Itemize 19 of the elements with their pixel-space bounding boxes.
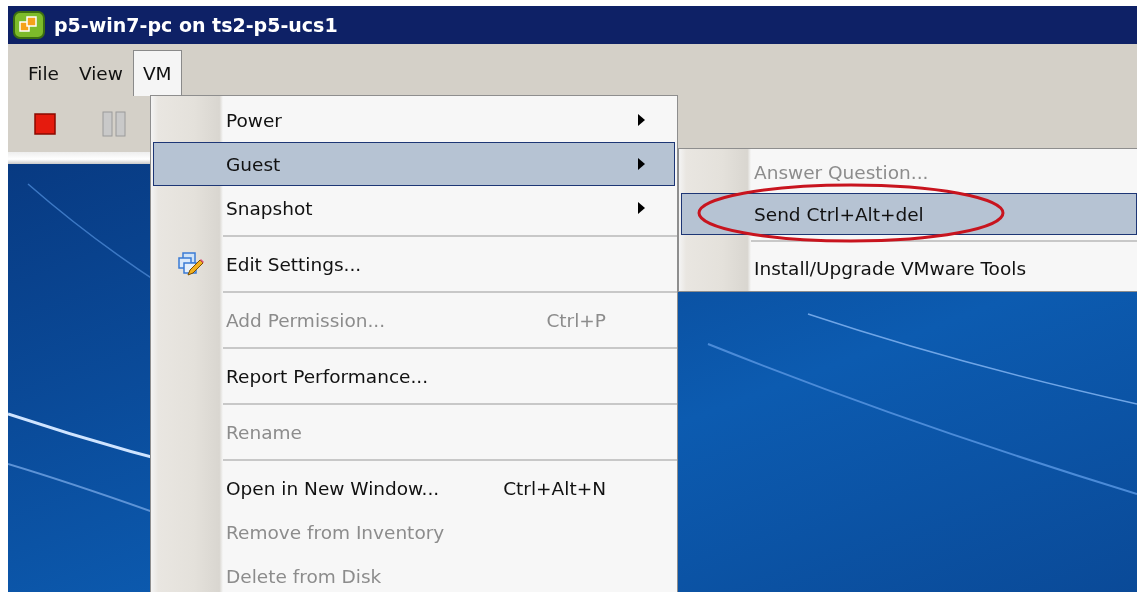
menu-item[interactable]: Open in New Window... Ctrl+Alt+N <box>153 466 675 510</box>
submenu-arrow-icon <box>638 202 645 214</box>
menu-item[interactable]: Install/Upgrade VMware Tools <box>681 247 1137 289</box>
menu-item[interactable]: Edit Settings... <box>153 242 675 286</box>
menu-item[interactable]: Power <box>153 98 675 142</box>
menu-bar-item[interactable]: VM <box>132 50 182 96</box>
pause-button[interactable] <box>102 111 126 137</box>
menu-item[interactable]: Guest <box>153 142 675 186</box>
window-title: p5-win7-pc on ts2-p5-ucs1 <box>54 14 338 36</box>
menu-item[interactable]: Send Ctrl+Alt+del <box>681 193 1137 235</box>
submenu-arrow-icon <box>638 114 645 126</box>
submenu-arrow-icon <box>638 158 645 170</box>
stop-button[interactable] <box>34 113 56 135</box>
menu-bar-item[interactable]: View <box>68 50 133 96</box>
menu-bar-item[interactable]: File <box>18 50 69 96</box>
app-logo-icon <box>12 10 46 40</box>
menu-item[interactable]: Snapshot <box>153 186 675 230</box>
menu-item[interactable]: Report Performance... <box>153 354 675 398</box>
windows-pencil-icon <box>176 250 204 278</box>
